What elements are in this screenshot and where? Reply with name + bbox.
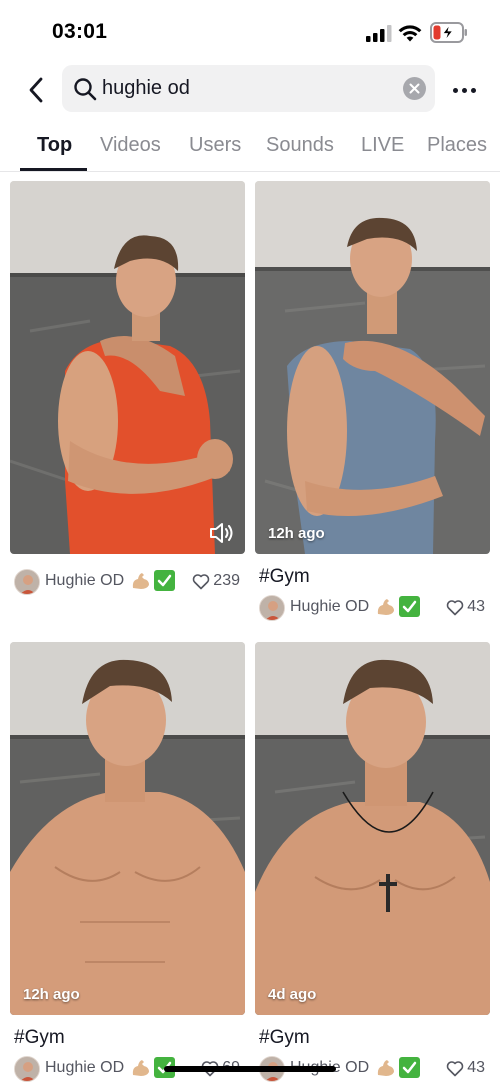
avatar-image	[15, 570, 39, 594]
clear-icon	[409, 83, 420, 94]
video-caption[interactable]: #Gym	[14, 1027, 65, 1049]
like-count-value: 239	[213, 572, 240, 589]
tab-places[interactable]: Places	[427, 134, 487, 157]
check-emoji-icon	[399, 1057, 420, 1078]
more-options-button[interactable]	[446, 74, 482, 106]
clear-search-button[interactable]	[403, 77, 426, 100]
search-tabs: Top Videos Users Sounds LIVE Places	[0, 122, 500, 172]
avatar[interactable]	[14, 569, 40, 595]
video-meta-row: Hughie OD 43	[259, 595, 491, 621]
video-thumbnail-image	[10, 181, 245, 554]
back-button[interactable]	[20, 74, 52, 106]
home-indicator[interactable]	[164, 1066, 336, 1072]
search-header	[0, 62, 500, 118]
search-icon	[74, 78, 97, 101]
like-count-value: 43	[467, 598, 485, 615]
avatar[interactable]	[14, 1056, 40, 1082]
tab-videos[interactable]: Videos	[100, 134, 161, 157]
status-bar: 03:01	[0, 0, 500, 62]
video-age-badge: 4d ago	[268, 986, 317, 1003]
back-arrow-icon	[29, 77, 43, 103]
video-caption[interactable]: #Gym	[259, 566, 310, 588]
author-name[interactable]: Hughie OD	[290, 598, 369, 616]
tab-users[interactable]: Users	[189, 134, 241, 157]
battery-charging-icon	[430, 22, 467, 43]
video-thumbnail[interactable]: 12h ago	[255, 181, 490, 554]
video-caption[interactable]: #Gym	[259, 1027, 310, 1049]
check-emoji-icon	[399, 596, 420, 617]
sound-icon[interactable]	[209, 521, 235, 545]
like-count: 239	[192, 572, 240, 590]
muscle-emoji-icon	[377, 1060, 394, 1076]
more-icon-dot	[470, 87, 476, 93]
muscle-emoji-icon	[132, 573, 149, 589]
video-thumbnail[interactable]: 12h ago	[10, 642, 245, 1015]
heart-icon[interactable]	[446, 599, 464, 616]
like-count-value: 43	[467, 1059, 485, 1076]
video-thumbnail[interactable]: 4d ago	[255, 642, 490, 1015]
avatar-image	[260, 596, 284, 620]
cellular-signal-icon	[366, 25, 392, 42]
tab-top[interactable]: Top	[37, 134, 72, 157]
more-icon-dot	[461, 87, 467, 93]
check-emoji-icon	[154, 570, 175, 591]
muscle-emoji-icon	[377, 599, 394, 615]
author-name[interactable]: Hughie OD	[45, 572, 124, 590]
video-age-badge: 12h ago	[268, 525, 325, 542]
like-count: 43	[446, 598, 485, 616]
search-box[interactable]	[62, 65, 435, 112]
search-input[interactable]	[102, 71, 392, 106]
heart-icon[interactable]	[192, 573, 210, 590]
active-tab-indicator	[20, 168, 87, 171]
video-thumbnail-image	[255, 642, 490, 1015]
video-meta-row: Hughie OD 239	[14, 569, 246, 595]
author-name[interactable]: Hughie OD	[45, 1059, 124, 1077]
video-age-badge: 12h ago	[23, 986, 80, 1003]
tab-sounds[interactable]: Sounds	[266, 134, 334, 157]
status-time: 03:01	[52, 20, 108, 43]
video-thumbnail[interactable]	[10, 181, 245, 554]
avatar[interactable]	[259, 595, 285, 621]
avatar-image	[15, 1057, 39, 1081]
video-thumbnail-image	[10, 642, 245, 1015]
muscle-emoji-icon	[132, 1060, 149, 1076]
more-icon-dot	[452, 87, 458, 93]
wifi-icon	[398, 25, 422, 42]
like-count: 43	[446, 1059, 485, 1077]
heart-icon[interactable]	[446, 1060, 464, 1077]
video-thumbnail-image	[255, 181, 490, 554]
tab-live[interactable]: LIVE	[361, 134, 404, 157]
